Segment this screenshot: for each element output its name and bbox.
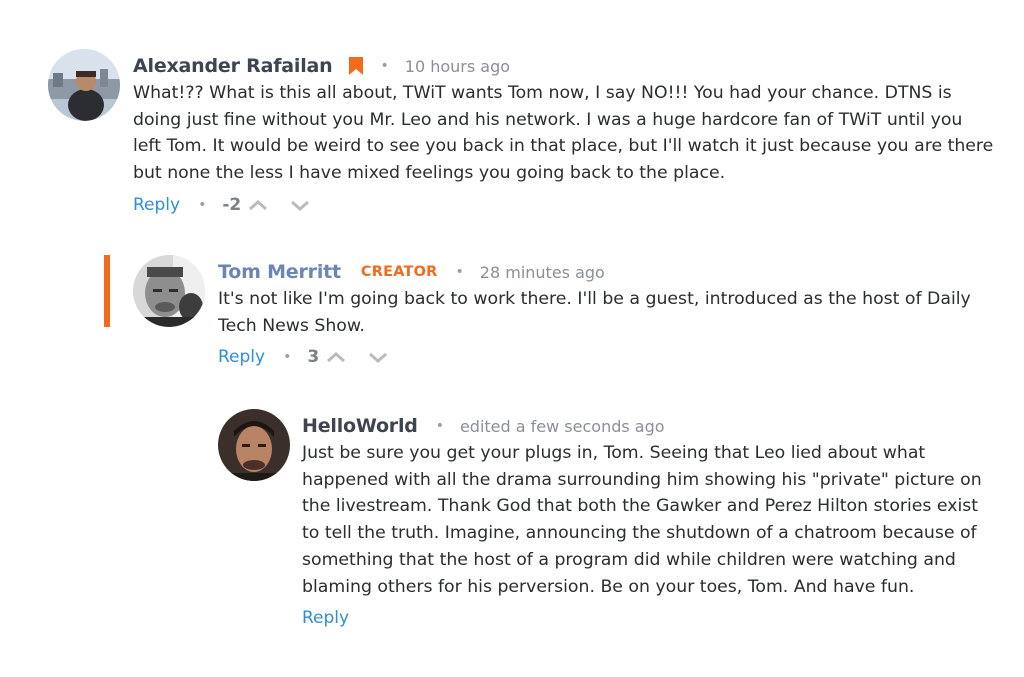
comment-text-line: to tell the truth. Imagine, announcing t… <box>302 523 977 544</box>
separator-dot: • <box>283 349 292 366</box>
chevron-down-icon[interactable] <box>367 350 389 364</box>
bookmark-icon[interactable] <box>348 57 363 75</box>
creator-badge: CREATOR <box>360 264 438 280</box>
comment-text-line: the livestream. Thank God that both the … <box>302 496 979 517</box>
comment-text-line: but none the less I have mixed feelings … <box>133 163 726 184</box>
vote-score: 3 <box>307 347 320 368</box>
comment-header: HelloWorld • edited a few seconds ago <box>302 412 1012 440</box>
comment-text-line: doing just fine without you Mr. Leo and … <box>133 109 963 130</box>
comment-text: What!?? What is this all about, TWiT wan… <box>133 80 1013 187</box>
vote-score: -2 <box>222 194 242 215</box>
comment-text-line: blaming others for his perversion. Be on… <box>302 576 915 597</box>
timestamp[interactable]: 28 minutes ago <box>480 263 605 282</box>
reply-link[interactable]: Reply <box>302 608 349 628</box>
timestamp[interactable]: edited a few seconds ago <box>460 417 665 436</box>
comment-text-line: something that the host of a program did… <box>302 549 956 570</box>
chevron-up-icon[interactable] <box>325 350 347 364</box>
comment-header: Alexander Rafailan • 10 hours ago <box>133 52 1013 80</box>
separator-dot: • <box>455 264 464 280</box>
comment-footer: Reply <box>302 604 1012 632</box>
separator-dot: • <box>435 418 444 434</box>
comment-text-line: What!?? What is this all about, TWiT wan… <box>133 83 952 103</box>
avatar[interactable] <box>48 49 120 121</box>
comment-text-line: It's not like I'm going back to work the… <box>218 289 971 309</box>
comment-footer: Reply • 3 <box>218 343 1008 371</box>
comment-text: Just be sure you get your plugs in, Tom.… <box>302 440 1012 600</box>
comment-text-line: left Tom. It would be weird to see you b… <box>133 136 994 157</box>
author-name[interactable]: HelloWorld <box>302 415 418 437</box>
comment-text-line: happened with all the drama surrounding … <box>302 469 982 490</box>
reply-link[interactable]: Reply <box>133 195 180 215</box>
comment-footer: Reply • -2 <box>133 191 1013 219</box>
separator-dot: • <box>380 58 389 74</box>
chevron-down-icon[interactable] <box>289 198 311 212</box>
comment-helloworld: HelloWorld • edited a few seconds ago Ju… <box>0 380 1024 677</box>
author-name[interactable]: Tom Merritt <box>218 261 341 283</box>
comment-text: It's not like I'm going back to work the… <box>218 286 1008 339</box>
reply-link[interactable]: Reply <box>218 347 265 367</box>
comment-text-line: Tech News Show. <box>218 315 365 336</box>
chevron-up-icon[interactable] <box>247 198 269 212</box>
avatar[interactable] <box>133 255 205 327</box>
comment-tom-merritt: Tom Merritt CREATOR • 28 minutes ago It'… <box>0 230 1024 380</box>
comment-header: Tom Merritt CREATOR • 28 minutes ago <box>218 258 1008 286</box>
timestamp[interactable]: 10 hours ago <box>405 57 510 76</box>
avatar[interactable] <box>218 409 290 481</box>
separator-dot: • <box>198 196 207 213</box>
author-name[interactable]: Alexander Rafailan <box>133 55 333 77</box>
comment-text-line: Just be sure you get your plugs in, Tom.… <box>302 443 926 463</box>
comment-alexander: Alexander Rafailan • 10 hours ago What!?… <box>0 0 1024 230</box>
